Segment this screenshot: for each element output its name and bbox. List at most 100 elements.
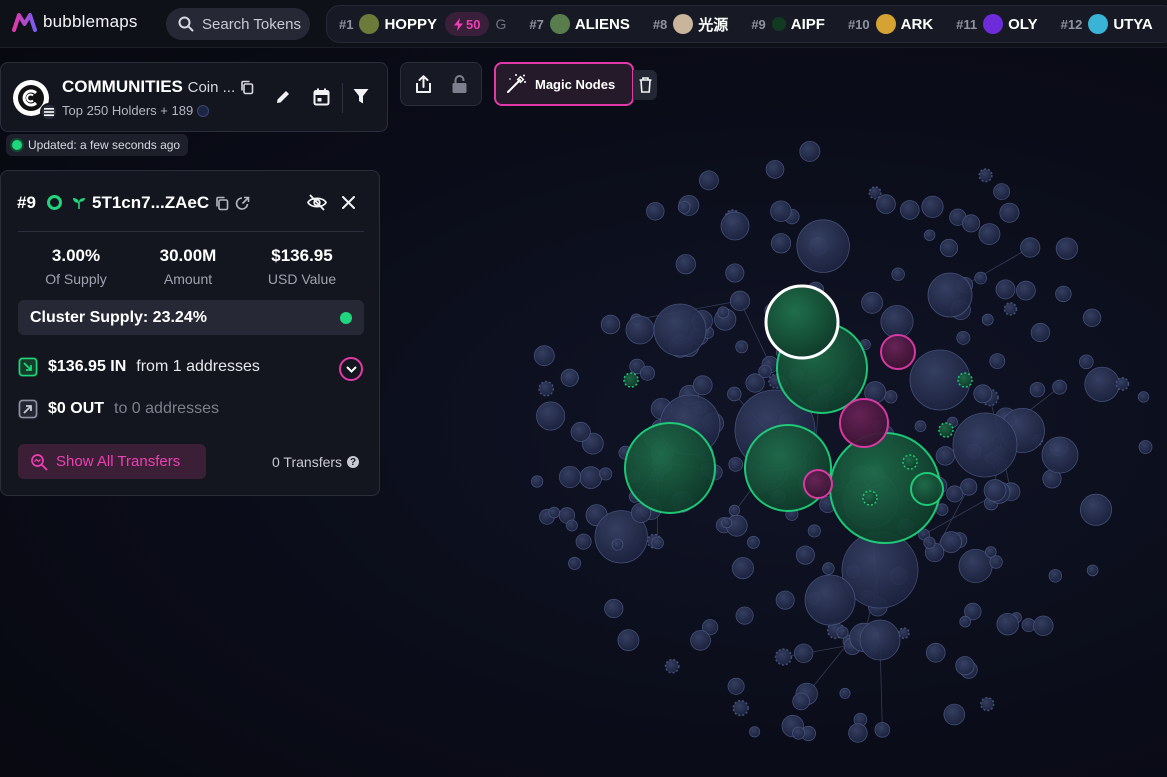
calendar-icon[interactable] bbox=[313, 88, 330, 106]
outflow-row[interactable]: $0 OUT to 0 addresses bbox=[18, 399, 219, 419]
trash-icon bbox=[639, 77, 651, 93]
cluster-bubble bbox=[938, 422, 954, 438]
holder-bubble bbox=[548, 506, 560, 519]
holder-bubble bbox=[983, 479, 1007, 502]
outflow-detail: to 0 addresses bbox=[114, 400, 219, 417]
holder-bubble bbox=[749, 726, 761, 738]
holder-bubble bbox=[974, 271, 987, 285]
holder-bubble bbox=[973, 384, 993, 404]
boost-count: 50 bbox=[465, 16, 481, 32]
wallet-rank: #9 bbox=[17, 193, 36, 212]
token-avatar-icon bbox=[359, 14, 380, 34]
ticker-name: 光源 bbox=[698, 16, 729, 34]
holder-bubble bbox=[935, 446, 955, 466]
cluster-bubble bbox=[862, 490, 878, 506]
holder-bubble bbox=[570, 421, 591, 442]
holder-bubble bbox=[923, 536, 936, 549]
holder-bubble bbox=[884, 390, 898, 404]
help-icon[interactable]: ? bbox=[347, 456, 360, 468]
toolbar-divider bbox=[342, 83, 343, 113]
share-icon[interactable] bbox=[415, 75, 432, 94]
holder-bubble bbox=[1055, 237, 1079, 260]
bubble-map-canvas[interactable] bbox=[520, 120, 1160, 750]
outflow-arrow-icon bbox=[18, 399, 38, 419]
holder-bubble bbox=[575, 533, 592, 550]
ticker-item-hoppy[interactable]: #1 HOPPY 50 G bbox=[339, 12, 506, 36]
wallet-details-panel: #9 5T1cn7...ZAeC 3.00% Of Supply 30.00M … bbox=[0, 170, 380, 496]
holder-bubble bbox=[1016, 280, 1036, 301]
cluster-supply-row[interactable]: Cluster Supply: 23.24% bbox=[18, 300, 364, 335]
token-avatar-icon bbox=[549, 14, 570, 34]
holder-bubble bbox=[1048, 569, 1063, 583]
token-avatar-icon bbox=[875, 14, 896, 34]
ticker-item-guangyuan[interactable]: #8 光源 bbox=[653, 14, 728, 35]
external-link-icon[interactable] bbox=[235, 196, 250, 211]
wallet-address[interactable]: 5T1cn7...ZAeC bbox=[92, 193, 209, 213]
copy-address-icon[interactable] bbox=[215, 196, 229, 211]
search-tokens-button[interactable]: Search Tokens bbox=[166, 8, 310, 40]
ticker-item-aliens[interactable]: #7 ALIENS bbox=[529, 14, 630, 34]
inflow-amount: $136.95 IN bbox=[48, 358, 127, 375]
lock-icon[interactable] bbox=[451, 75, 468, 94]
holder-bubble bbox=[664, 658, 680, 674]
map-actions-group bbox=[400, 62, 482, 106]
holder-bubble bbox=[792, 726, 806, 740]
magic-nodes-button[interactable]: Magic Nodes bbox=[494, 62, 634, 106]
holder-bubble bbox=[728, 504, 741, 516]
holder-bubble bbox=[653, 303, 707, 357]
delete-button[interactable] bbox=[633, 70, 657, 100]
holder-bubble bbox=[725, 263, 745, 283]
stat-value: 30.00M bbox=[159, 246, 217, 265]
holder-bubble bbox=[868, 186, 882, 200]
magic-nodes-label: Magic Nodes bbox=[535, 76, 616, 92]
holder-bubble bbox=[758, 364, 772, 379]
holder-bubble bbox=[914, 420, 927, 433]
holder-bubble bbox=[727, 677, 745, 695]
holder-bubble bbox=[1033, 615, 1054, 637]
holder-bubble bbox=[727, 386, 742, 402]
holder-bubble bbox=[604, 598, 624, 619]
inflow-arrow-icon bbox=[18, 357, 38, 377]
copy-icon[interactable] bbox=[240, 80, 254, 95]
panel-divider bbox=[18, 231, 364, 232]
holder-bubble bbox=[874, 721, 891, 738]
holder-bubble bbox=[699, 170, 719, 191]
holder-bubble bbox=[533, 345, 555, 367]
selected-wallet-bubble bbox=[764, 284, 840, 360]
holder-bubble bbox=[978, 223, 1001, 246]
ticker-item-oly[interactable]: #11 OLY bbox=[956, 14, 1038, 34]
ticker-item-utya[interactable]: #12 UTYA bbox=[1061, 14, 1153, 34]
holder-bubble bbox=[955, 656, 975, 676]
holder-bubble bbox=[952, 412, 1018, 478]
edit-pencil-icon[interactable] bbox=[274, 88, 292, 106]
hide-eye-icon[interactable] bbox=[307, 194, 327, 211]
close-icon[interactable] bbox=[342, 196, 355, 209]
holder-bubble bbox=[984, 546, 997, 558]
filter-icon[interactable] bbox=[353, 88, 369, 105]
holder-bubble bbox=[978, 168, 993, 183]
inflow-row[interactable]: $136.95 IN from 1 addresses bbox=[18, 357, 260, 377]
ticker-name: OLY bbox=[1008, 15, 1038, 33]
cluster-color-dot bbox=[340, 312, 352, 324]
ticker-item-ark[interactable]: #10 ARK bbox=[848, 14, 933, 34]
holder-bubble bbox=[1020, 237, 1041, 258]
holder-bubble bbox=[799, 140, 821, 162]
stat-value: $136.95 bbox=[271, 246, 333, 265]
holder-bubble bbox=[793, 643, 814, 664]
holder-bubble bbox=[836, 626, 849, 639]
show-all-transfers-button[interactable]: Show All Transfers bbox=[18, 444, 206, 479]
holder-bubble bbox=[981, 313, 994, 326]
holder-bubble bbox=[943, 703, 966, 726]
stat-supply: 3.00% Of Supply bbox=[21, 246, 131, 287]
ticker-item-aipf[interactable]: #9 AIPF bbox=[751, 16, 825, 33]
holder-bubble bbox=[1052, 379, 1067, 395]
ticker-rank: #10 bbox=[847, 16, 870, 32]
magic-wand-icon bbox=[507, 74, 526, 93]
wallet-address-row: 5T1cn7...ZAeC bbox=[72, 193, 250, 213]
holder-bubble bbox=[728, 457, 743, 472]
outflow-amount: $0 OUT bbox=[48, 400, 105, 417]
expand-inflow-button[interactable] bbox=[339, 357, 363, 381]
holder-bubble bbox=[600, 314, 621, 335]
app-logo[interactable]: bubblemaps bbox=[12, 12, 138, 32]
holder-bubble bbox=[1041, 436, 1079, 474]
